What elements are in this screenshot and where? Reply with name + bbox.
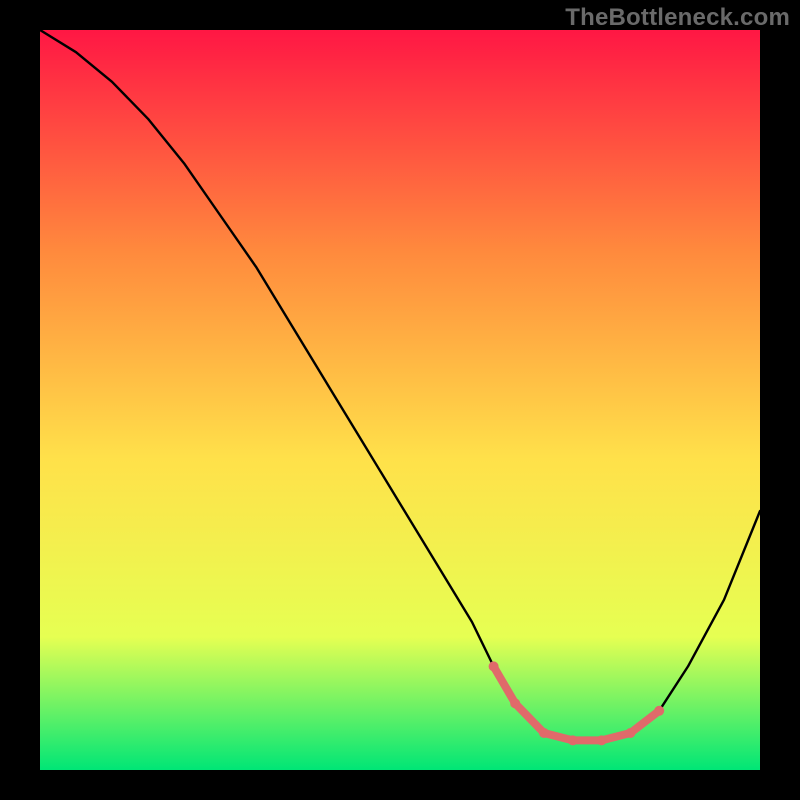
plot-area [40, 30, 760, 770]
optimal-dot [597, 735, 607, 745]
optimal-dot [625, 728, 635, 738]
optimal-dot [539, 728, 549, 738]
optimal-dot [510, 698, 520, 708]
optimal-dot [489, 661, 499, 671]
gradient-background [40, 30, 760, 770]
plot-svg [40, 30, 760, 770]
optimal-dot [654, 706, 664, 716]
chart-stage: TheBottleneck.com [0, 0, 800, 800]
watermark-text: TheBottleneck.com [565, 4, 790, 32]
optimal-dot [568, 735, 578, 745]
